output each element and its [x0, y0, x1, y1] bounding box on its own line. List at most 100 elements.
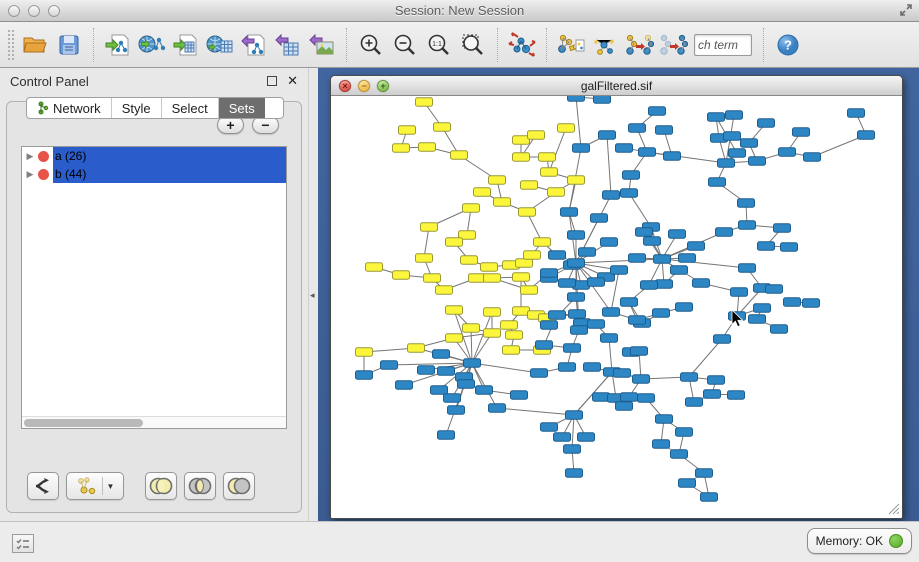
maximize-network-window-button[interactable]: + — [377, 80, 389, 92]
difference-sets-button[interactable] — [223, 472, 255, 500]
graph-node — [621, 189, 638, 198]
fullscreen-icon[interactable] — [899, 3, 913, 17]
zoom-out-button[interactable] — [388, 27, 422, 63]
minimize-window-button[interactable] — [28, 5, 40, 17]
import-network-url-icon — [137, 32, 167, 58]
minimize-network-window-button[interactable]: − — [358, 80, 370, 92]
hide-selected-button[interactable] — [656, 27, 690, 63]
export-image-button[interactable] — [305, 27, 339, 63]
graph-node — [568, 96, 585, 101]
graph-node — [476, 386, 493, 395]
import-table-file-button[interactable] — [169, 27, 203, 63]
panel-splitter[interactable]: ◂ — [308, 68, 318, 521]
help-button[interactable]: ? — [771, 27, 805, 63]
svg-text:1:1: 1:1 — [432, 41, 442, 48]
graph-node-selected — [393, 271, 410, 280]
graph-node — [418, 366, 435, 375]
graph-node — [561, 208, 578, 217]
float-panel-icon[interactable] — [267, 76, 277, 86]
import-network-file-button[interactable] — [101, 27, 135, 63]
network-graph[interactable] — [331, 96, 902, 517]
set-list-item[interactable]: ▶ a (26) — [22, 147, 286, 165]
graph-node — [758, 242, 775, 251]
toolbar-drag-handle[interactable] — [8, 30, 14, 60]
chevron-down-icon: ▼ — [107, 482, 115, 491]
sets-panel: + − ▶a (26)▶b (44) ▼ — [6, 101, 302, 513]
set-item-label[interactable]: b (44) — [53, 165, 286, 183]
show-selected-button[interactable] — [622, 27, 656, 63]
split-sets-button[interactable] — [27, 472, 59, 500]
help-icon: ? — [776, 33, 800, 57]
zoom-actual-size-button[interactable]: 1:1 — [422, 27, 456, 63]
zoom-window-button[interactable] — [48, 5, 60, 17]
close-panel-icon[interactable]: ✕ — [287, 76, 298, 86]
resize-grip-icon[interactable] — [888, 503, 900, 515]
graph-node-selected — [451, 151, 468, 160]
apply-preferred-layout-button[interactable] — [505, 27, 539, 63]
network-window[interactable]: × − + galFiltered.sif — [330, 75, 903, 519]
sets-actions: ▼ — [27, 472, 262, 500]
graph-node — [781, 243, 798, 252]
graph-node — [599, 131, 616, 140]
graph-node — [679, 254, 696, 263]
tab-style[interactable]: Style — [112, 98, 162, 118]
expand-arrow-icon[interactable]: ▶ — [22, 151, 38, 162]
tab-sets[interactable]: Sets — [219, 98, 265, 118]
expand-arrow-icon[interactable]: ▶ — [22, 169, 38, 180]
set-list-item[interactable]: ▶ b (44) — [22, 165, 286, 183]
export-table-button[interactable] — [271, 27, 305, 63]
tab-select[interactable]: Select — [162, 98, 219, 118]
sets-list-hscrollbar[interactable] — [22, 416, 286, 428]
control-panel: Control Panel ✕ Network Style Select Set… — [0, 68, 308, 521]
graph-node-selected — [366, 263, 383, 272]
graph-node-selected — [513, 273, 530, 282]
search-input[interactable] — [694, 34, 752, 56]
zoom-in-button[interactable] — [354, 27, 388, 63]
task-list-icon — [16, 538, 30, 550]
graph-node-selected — [528, 131, 545, 140]
main-area: Control Panel ✕ Network Style Select Set… — [0, 68, 919, 521]
close-window-button[interactable] — [8, 5, 20, 17]
save-session-button[interactable] — [52, 27, 86, 63]
import-table-url-button[interactable] — [203, 27, 237, 63]
graph-node — [771, 325, 788, 334]
import-network-url-button[interactable] — [135, 27, 169, 63]
graph-node-selected — [558, 124, 575, 133]
set-item-label[interactable]: a (26) — [53, 147, 286, 165]
export-network-button[interactable] — [237, 27, 271, 63]
collapse-panel-arrow[interactable]: ◂ — [310, 290, 315, 301]
network-window-title: galFiltered.sif — [581, 79, 652, 93]
graph-node — [559, 279, 576, 288]
graph-node — [458, 380, 475, 389]
graph-node — [631, 347, 648, 356]
union-sets-button[interactable] — [145, 472, 177, 500]
graph-node-selected — [469, 274, 486, 283]
hscroll-thumb[interactable] — [24, 419, 143, 427]
graph-node-selected — [516, 259, 533, 268]
graph-node-selected — [506, 331, 523, 340]
graph-nodes[interactable] — [356, 96, 875, 501]
zoom-one-to-one-icon: 1:1 — [426, 32, 452, 58]
memory-status-button[interactable]: Memory: OK — [807, 528, 912, 554]
tab-network[interactable]: Network — [27, 98, 112, 118]
network-view[interactable] — [331, 96, 902, 517]
graph-node — [653, 440, 670, 449]
graph-node-selected — [484, 274, 501, 283]
graph-node — [848, 109, 865, 118]
intersect-sets-button[interactable] — [184, 472, 216, 500]
close-network-window-button[interactable]: × — [339, 80, 351, 92]
open-session-button[interactable] — [18, 27, 52, 63]
graph-node — [708, 376, 725, 385]
task-history-button[interactable] — [12, 534, 34, 553]
graph-node — [578, 433, 595, 442]
new-network-from-selection-button[interactable] — [554, 27, 588, 63]
select-first-neighbors-button[interactable] — [588, 27, 622, 63]
control-panel-header: Control Panel ✕ — [0, 68, 308, 94]
network-window-titlebar[interactable]: × − + galFiltered.sif — [331, 76, 902, 96]
graph-node — [571, 326, 588, 335]
graph-node — [739, 221, 756, 230]
graph-node-selected — [519, 208, 536, 217]
create-set-dropdown-button[interactable]: ▼ — [66, 472, 124, 500]
graph-node — [549, 311, 566, 320]
zoom-selected-region-button[interactable] — [456, 27, 490, 63]
